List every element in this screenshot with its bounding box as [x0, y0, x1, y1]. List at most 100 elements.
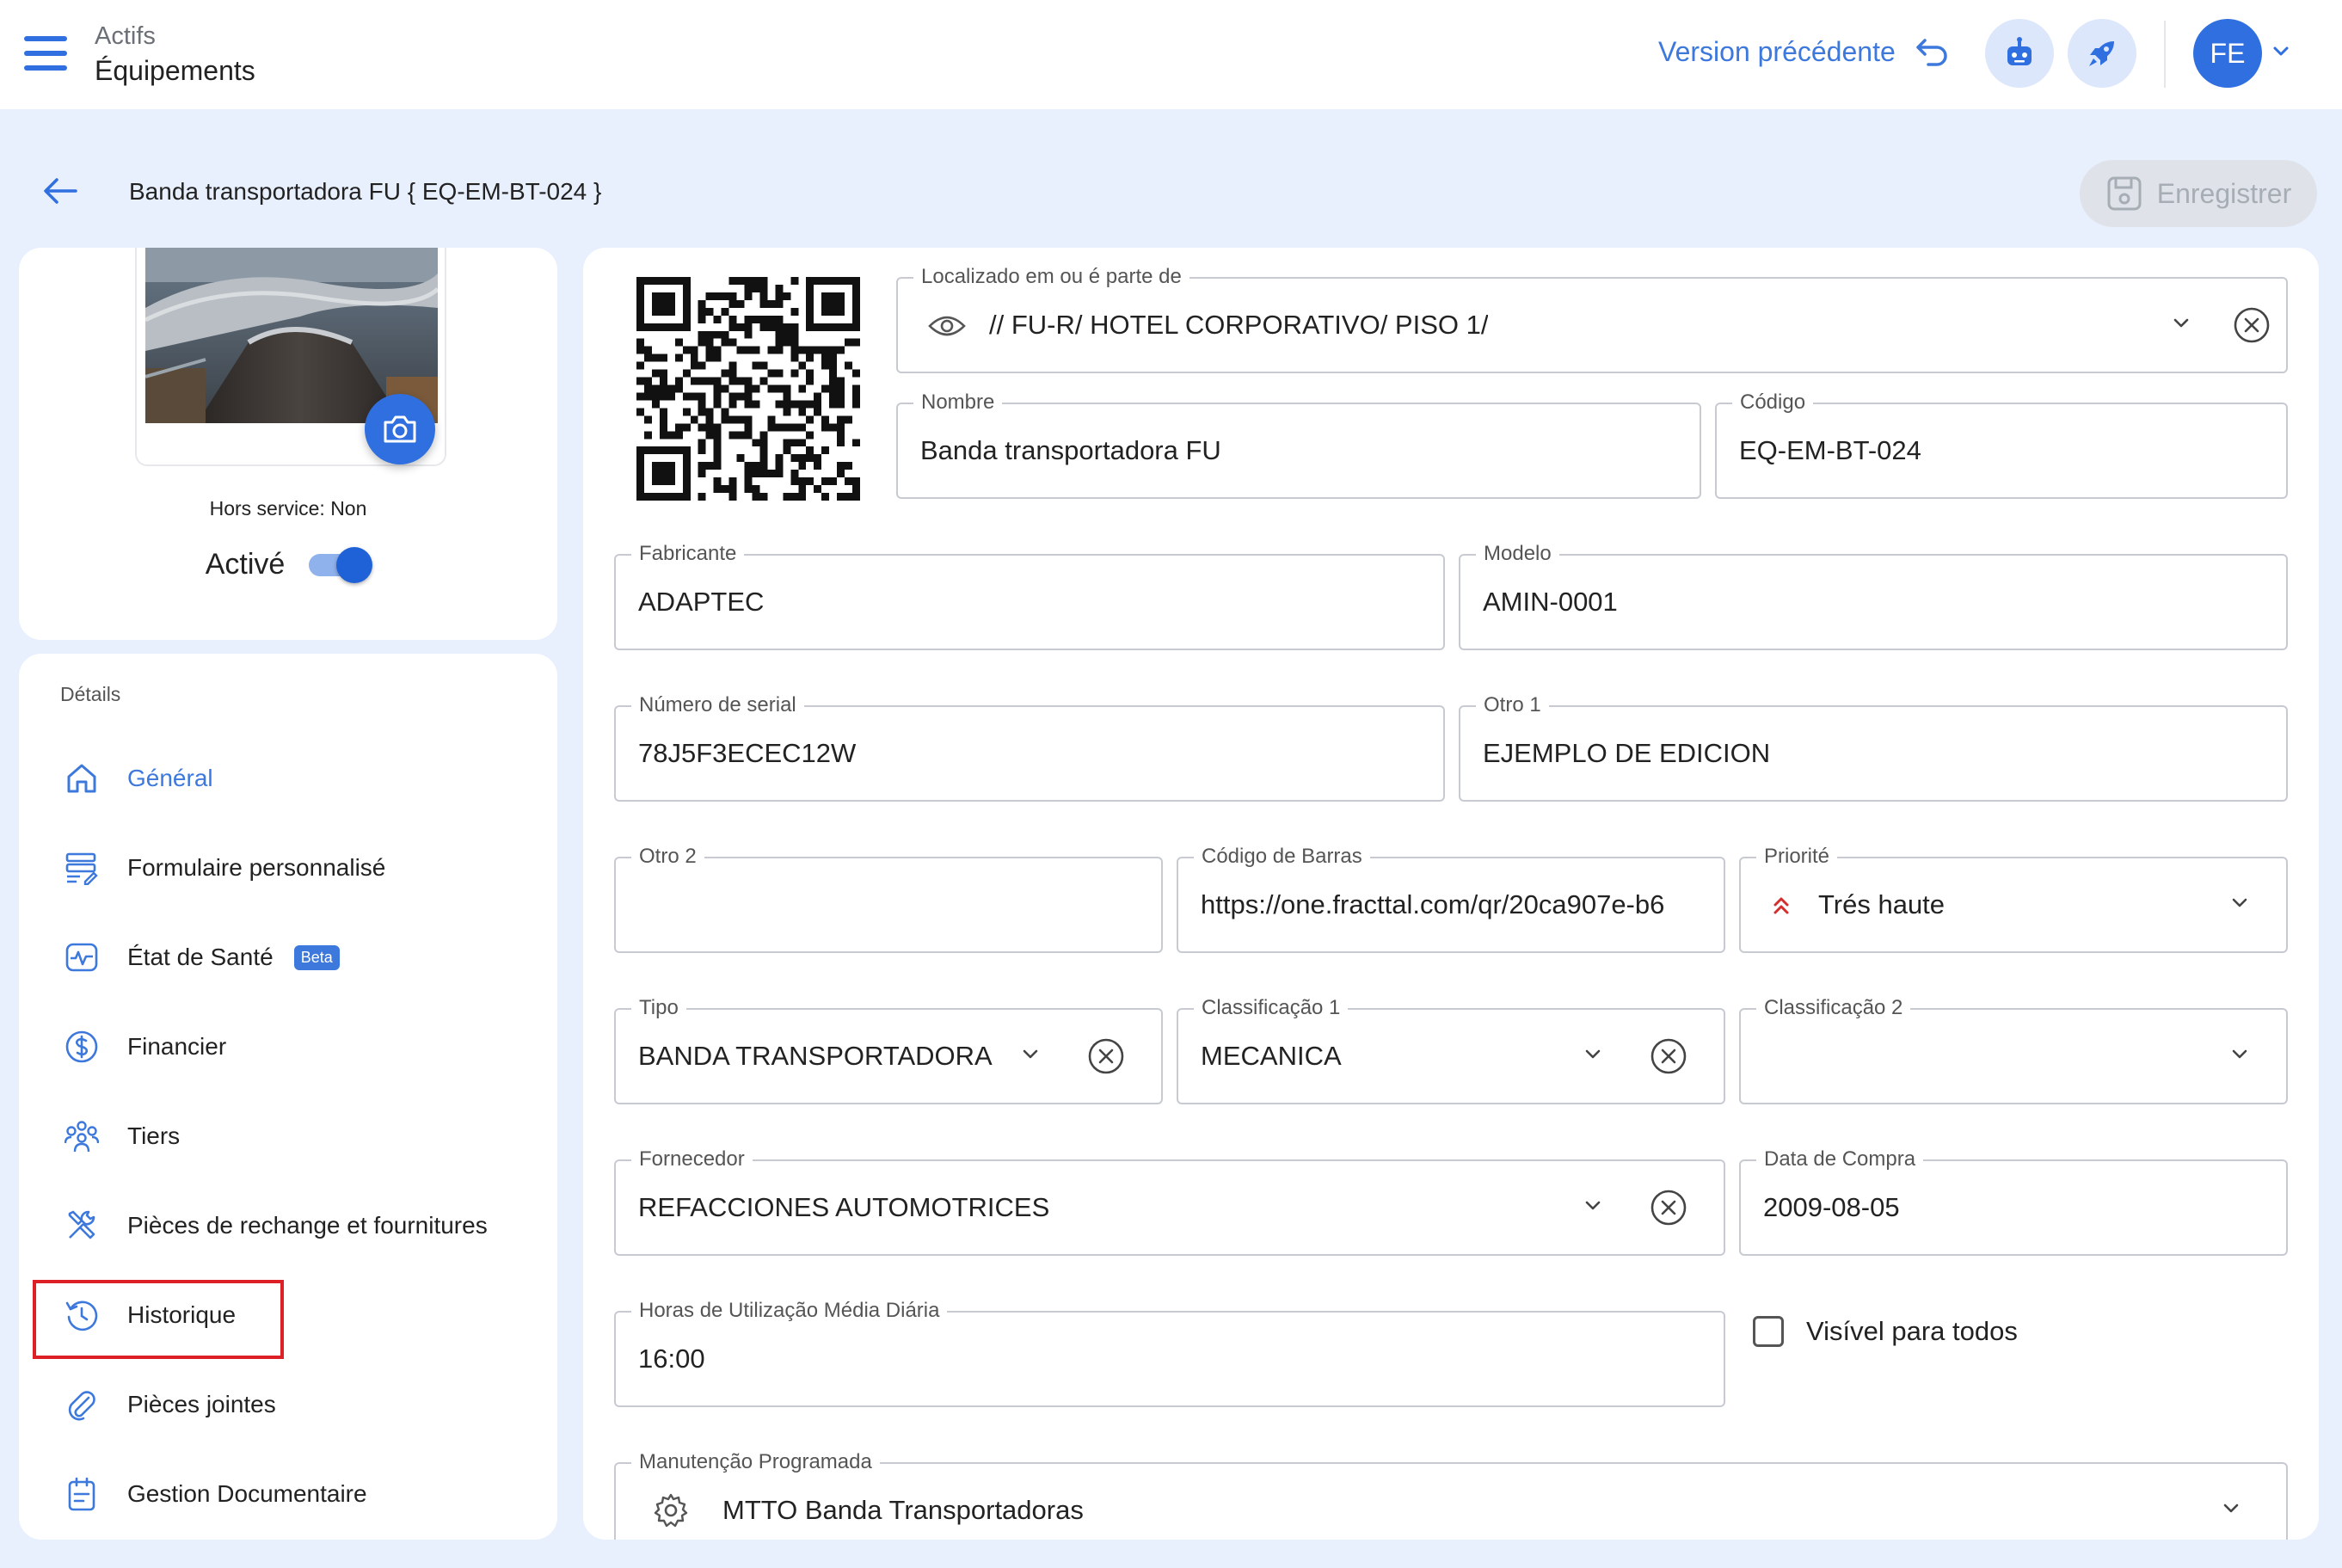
- sidebar-item-label: Formulaire personnalisé: [127, 854, 386, 881]
- top-bar: Actifs Équipements Version précédente FE: [0, 0, 2342, 109]
- details-section-label: Détails: [60, 683, 121, 705]
- sidebar-item-health[interactable]: État de Santé Beta: [62, 929, 340, 986]
- double-chevron-up-icon: [1773, 897, 1789, 914]
- chevron-down-icon[interactable]: [2229, 893, 2250, 913]
- manufacturer-field[interactable]: Fabricante ADAPTEC: [614, 542, 1445, 650]
- other1-field[interactable]: Otro 1 EJEMPLO DE EDICION: [1459, 693, 2288, 802]
- history-highlight-box: [33, 1280, 284, 1359]
- serial-number-field[interactable]: Número de serial 78J5F3ECEC12W: [614, 693, 1445, 802]
- active-row: Activé: [19, 545, 557, 583]
- form-icon: [62, 848, 101, 888]
- classification1-value: MECANICA: [1201, 1041, 1342, 1071]
- visible-for-all-checkbox[interactable]: [1753, 1316, 1784, 1347]
- chevron-down-icon[interactable]: [1020, 1044, 1041, 1065]
- home-icon: [62, 759, 101, 798]
- clear-icon[interactable]: [1650, 1189, 1687, 1227]
- robot-icon: [2007, 37, 2032, 65]
- active-label: Activé: [205, 547, 286, 581]
- qr-code[interactable]: [636, 277, 860, 501]
- model-field[interactable]: Modelo AMIN-0001: [1459, 542, 2288, 650]
- chevron-down-icon[interactable]: [1583, 1196, 1603, 1216]
- sidebar-item-label: État de Santé: [127, 944, 274, 970]
- camera-icon: [384, 415, 416, 443]
- visible-for-all-label: Visível para todos: [1806, 1316, 2018, 1346]
- barcode-field[interactable]: Código de Barras https://one.fracttal.co…: [1177, 845, 1725, 953]
- location-value: // FU-R/ HOTEL CORPORATIVO/ PISO 1/: [989, 310, 1489, 340]
- sidebar-item-label: Tiers: [127, 1122, 181, 1149]
- user-avatar[interactable]: FE: [2193, 19, 2262, 88]
- sidebar-item-label: Général: [127, 765, 213, 791]
- classification2-field[interactable]: Classificação 2: [1739, 996, 2288, 1104]
- type-field[interactable]: Tipo BANDA TRANSPORTADORA: [614, 996, 1163, 1104]
- daily-hours-value: 16:00: [638, 1344, 705, 1374]
- clear-icon[interactable]: [1087, 1037, 1125, 1075]
- clear-icon[interactable]: [2233, 306, 2271, 344]
- launch-button[interactable]: [2068, 19, 2136, 88]
- other1-value: EJEMPLO DE EDICION: [1483, 738, 1771, 768]
- chevron-down-icon[interactable]: [2271, 41, 2291, 62]
- paperclip-icon: [62, 1385, 101, 1424]
- code-field[interactable]: Código EQ-EM-BT-024: [1715, 390, 2288, 499]
- beta-badge: Beta: [293, 944, 340, 970]
- other2-label: Otro 2: [631, 845, 704, 869]
- undo-icon: [1916, 38, 1947, 66]
- purchase-date-field[interactable]: Data de Compra 2009-08-05: [1739, 1147, 2288, 1256]
- sidebar-item-label: Pièces jointes: [127, 1391, 276, 1417]
- rocket-icon: [2089, 41, 2114, 66]
- code-value: EQ-EM-BT-024: [1739, 435, 1921, 465]
- serial-number-value: 78J5F3ECEC12W: [638, 738, 857, 768]
- details-nav-card: Détails Général Formulaire personnalisé …: [19, 654, 557, 1540]
- sidebar-item-custom-form[interactable]: Formulaire personnalisé: [62, 839, 385, 896]
- change-photo-button[interactable]: [365, 394, 435, 464]
- sidebar-item-label: Pièces de rechange et fournitures: [127, 1212, 488, 1239]
- location-field[interactable]: Localizado em ou é parte de // FU-R/ HOT…: [896, 265, 2288, 373]
- daily-hours-field[interactable]: Horas de Utilização Média Diária 16:00: [614, 1299, 1725, 1407]
- breadcrumb-parent[interactable]: Actifs: [95, 22, 156, 51]
- classification1-field[interactable]: Classificação 1 MECANICA: [1177, 996, 1725, 1104]
- model-value: AMIN-0001: [1483, 587, 1618, 617]
- scheduled-maintenance-field[interactable]: Manutenção Programada MTTO Banda Transpo…: [614, 1450, 2288, 1540]
- chevron-down-icon[interactable]: [2229, 1044, 2250, 1065]
- health-icon: [62, 938, 101, 977]
- sidebar-item-label: Gestion Documentaire: [127, 1480, 367, 1507]
- menu-icon[interactable]: [24, 36, 67, 71]
- sidebar-item-financial[interactable]: Financier: [62, 1018, 226, 1075]
- chevron-down-icon[interactable]: [2171, 313, 2191, 334]
- classification2-label: Classificação 2: [1756, 996, 1911, 1020]
- breadcrumb-current: Équipements: [95, 55, 255, 86]
- sidebar-item-document-management[interactable]: Gestion Documentaire: [62, 1466, 367, 1522]
- priority-value: Trés haute: [1818, 889, 1946, 919]
- chevron-down-icon[interactable]: [1583, 1044, 1603, 1065]
- purchase-date-value: 2009-08-05: [1763, 1192, 1900, 1222]
- name-value: Banda transportadora FU: [920, 435, 1221, 465]
- sidebar-item-attachments[interactable]: Pièces jointes: [62, 1376, 276, 1433]
- page-title: Banda transportadora FU { EQ-EM-BT-024 }: [129, 178, 602, 205]
- eye-icon[interactable]: [927, 311, 967, 341]
- gear-icon: [654, 1493, 688, 1528]
- assistant-bot-button[interactable]: [1985, 19, 2054, 88]
- clear-icon[interactable]: [1650, 1037, 1687, 1075]
- sidebar-item-general[interactable]: Général: [62, 750, 213, 807]
- previous-version-button[interactable]: Version précédente: [1658, 36, 1949, 68]
- out-of-service-status: Hors service: Non: [209, 497, 367, 520]
- visible-for-all-row[interactable]: Visível para todos: [1753, 1316, 2018, 1347]
- sidebar-item-third-parties[interactable]: Tiers: [62, 1108, 180, 1165]
- supplier-field[interactable]: Fornecedor REFACCIONES AUTOMOTRICES: [614, 1147, 1725, 1256]
- equipment-form-card: Localizado em ou é parte de // FU-R/ HOT…: [583, 248, 2319, 1540]
- document-icon: [62, 1474, 101, 1514]
- priority-field[interactable]: Priorité Trés haute: [1739, 845, 2288, 953]
- scheduled-maintenance-value: MTTO Banda Transportadoras: [722, 1495, 1084, 1525]
- supplier-value: REFACCIONES AUTOMOTRICES: [638, 1192, 1050, 1222]
- other2-field[interactable]: Otro 2: [614, 845, 1163, 953]
- chevron-down-icon[interactable]: [2221, 1498, 2241, 1519]
- barcode-value: https://one.fracttal.com/qr/20ca907e-b6: [1201, 889, 1665, 919]
- name-field[interactable]: Nombre Banda transportadora FU: [896, 390, 1701, 499]
- sidebar-item-spare-parts[interactable]: Pièces de rechange et fournitures: [62, 1197, 488, 1254]
- people-icon: [62, 1116, 101, 1156]
- header-divider: [2164, 21, 2166, 88]
- save-button[interactable]: Enregistrer: [2080, 160, 2317, 227]
- active-toggle[interactable]: [307, 545, 373, 583]
- sidebar-item-label: Financier: [127, 1033, 227, 1060]
- previous-version-label: Version précédente: [1658, 36, 1896, 67]
- back-arrow-icon[interactable]: [41, 175, 79, 206]
